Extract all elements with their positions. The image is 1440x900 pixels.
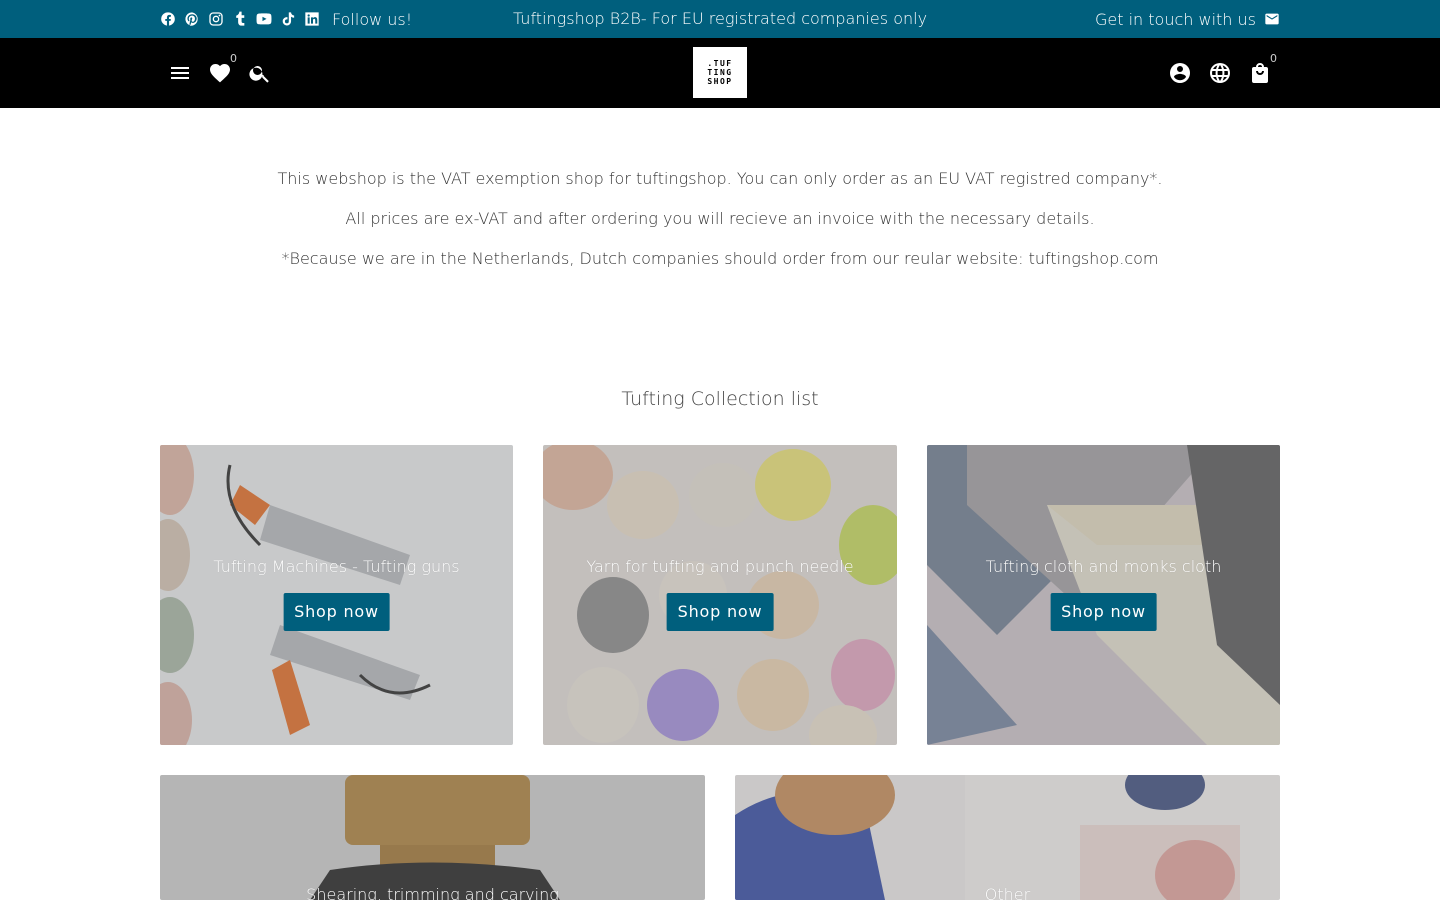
menu-icon[interactable] [168, 61, 192, 85]
logo-line-3: SHOP [707, 77, 733, 86]
collection-label: Tufting cloth and monks cloth [985, 557, 1222, 576]
tumblr-icon[interactable] [232, 11, 248, 27]
collection-label: Yarn for tufting and punch needle [586, 557, 854, 576]
search-icon[interactable] [248, 61, 272, 85]
collection-label: Other [984, 885, 1031, 900]
account-icon[interactable] [1168, 61, 1192, 85]
collection-card-yarn[interactable]: Yarn for tufting and punch needle Shop n… [543, 445, 897, 745]
collection-card-cloth[interactable]: Tufting cloth and monks cloth Shop now [927, 445, 1280, 745]
intro-line-2: All prices are ex-VAT and after ordering… [345, 209, 1095, 228]
site-logo[interactable]: .TUF TING SHOP [693, 47, 747, 98]
youtube-icon[interactable] [256, 11, 272, 27]
contact-label: Get in touch with us [1094, 9, 1256, 29]
tiktok-icon[interactable] [280, 11, 296, 27]
collection-label: Shearing, trimming and carving [306, 885, 559, 900]
logo-line-2: TING [707, 68, 733, 77]
site-header: 0 .TUF TING SHOP 0 [0, 38, 1440, 108]
intro-line-3: *Because we are in the Netherlands, Dutc… [281, 249, 1159, 268]
pinterest-icon[interactable] [184, 11, 200, 27]
social-links: Follow us! [160, 0, 412, 38]
shop-now-button[interactable]: Shop now [666, 593, 774, 631]
cart-bag-icon[interactable] [1248, 61, 1272, 85]
logo-line-1: .TUF [707, 59, 733, 68]
instagram-icon[interactable] [208, 11, 224, 27]
collection-card-shearing[interactable]: Shearing, trimming and carving [160, 775, 705, 900]
collection-list-title: Tufting Collection list [621, 388, 819, 410]
wishlist-heart-icon[interactable] [208, 61, 232, 85]
vat-info-text: This webshop is the VAT exemption shop f… [0, 166, 1440, 286]
shop-now-button[interactable]: Shop now [283, 593, 390, 631]
collection-card-machines[interactable]: Tufting Machines - Tufting guns Shop now [160, 445, 513, 745]
collection-label: Tufting Machines - Tufting guns [213, 557, 460, 576]
linkedin-icon[interactable] [304, 11, 320, 27]
mail-icon [1264, 11, 1280, 27]
contact-link[interactable]: Get in touch with us [1095, 0, 1280, 38]
collection-card-other[interactable]: Other [735, 775, 1280, 900]
cart-count: 0 [1270, 52, 1277, 65]
wishlist-count: 0 [230, 52, 237, 65]
follow-us-label: Follow us! [332, 9, 413, 29]
facebook-icon[interactable] [160, 11, 176, 27]
announcement-bar: Follow us! Tuftingshop B2B- For EU regis… [0, 0, 1440, 38]
language-globe-icon[interactable] [1208, 61, 1232, 85]
shop-now-button[interactable]: Shop now [1050, 593, 1157, 631]
intro-line-1: This webshop is the VAT exemption shop f… [277, 169, 1163, 188]
announcement-text: Tuftingshop B2B- For EU registrated comp… [512, 9, 928, 28]
